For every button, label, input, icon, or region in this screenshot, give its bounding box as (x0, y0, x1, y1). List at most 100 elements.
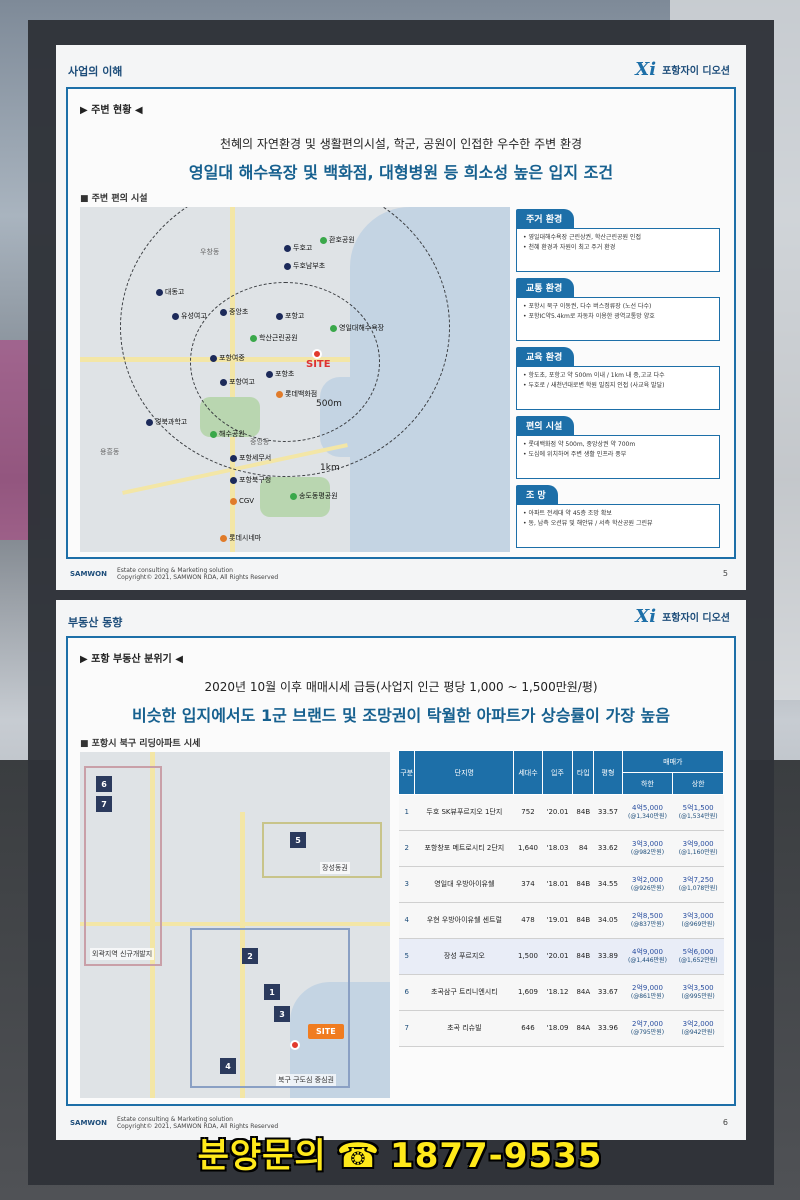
marker-2: 2 (242, 948, 258, 964)
info-item: 영일대해수욕장 근린상권, 학산근린공원 인접 (523, 233, 713, 243)
high-price: 5억1,500 (682, 804, 714, 813)
info-item: 포항시 북구 이동권, 다수 버스정류장 (노선 다수) (523, 302, 713, 312)
content-box: ▶ 포항 부동산 분위기 ◀ 2020년 10월 이후 매매시세 급등(사업지 … (66, 636, 736, 1106)
brand-logo: Xi (635, 606, 657, 627)
surroundings-map: 500m 1km SITE 대동고 유성여고 중앙초 포항여중 포항여고 포항고… (80, 207, 510, 552)
poi: 영일대해수욕장 (330, 323, 384, 333)
region-downtown (190, 928, 350, 1088)
high-price-per-pyeong: (@1,652만원) (678, 957, 718, 965)
park-icon (320, 236, 327, 244)
info-item: 천혜 환경과 자원이 최고 주거 환경 (523, 243, 713, 253)
low-price-per-pyeong: (@837만원) (630, 921, 665, 929)
phone-number[interactable]: 1877-9535 (390, 1136, 602, 1176)
low-price: 4억5,000 (632, 804, 663, 813)
info-item: 항도초, 포항고 약 500m 이내 / 1km 내 중,고교 다수 (523, 371, 713, 381)
cell-units: 1,500 (513, 938, 543, 975)
school-icon (266, 370, 273, 378)
low-price-per-pyeong: (@982만원) (630, 849, 665, 857)
park-icon (250, 334, 257, 342)
phone-icon: ☎ (336, 1136, 381, 1176)
poi: 포항초 (266, 369, 294, 379)
cell-name: 우현 우방아이유쉘 센트럴 (414, 902, 514, 939)
cell-type: 84B (572, 938, 594, 975)
slide-surroundings: 사업의 이해 Xi 포항자이 디오션 ▶ 주변 현황 ◀ 천혜의 자연환경 및 … (56, 45, 746, 590)
info-body: 항도초, 포항고 약 500m 이내 / 1km 내 중,고교 다수 두호로 /… (516, 366, 720, 410)
cell-no: 6 (398, 974, 415, 1011)
office-icon (230, 454, 237, 462)
col-name: 단지명 (414, 750, 515, 795)
low-price: 3억2,000 (632, 876, 663, 885)
map-district: 중앙동 (250, 438, 270, 446)
map-caption: ■ 주변 편의 시설 (80, 194, 148, 204)
region-label: 북구 구도심 중심권 (276, 1074, 336, 1086)
high-price-per-pyeong: (@1,160만원) (678, 849, 718, 857)
slide-footer: SAMWON Estate consulting & Marketing sol… (70, 567, 278, 581)
site-label: SITE (306, 359, 331, 370)
cell-move-in: '18.03 (542, 830, 573, 867)
cell-units: 374 (513, 866, 543, 903)
cell-units: 752 (513, 794, 543, 831)
cell-no: 7 (398, 1010, 415, 1047)
high-price: 5억6,000 (682, 948, 714, 957)
col-low: 하한 (621, 772, 674, 795)
page-number: 5 (722, 569, 728, 578)
cell-high: 5억6,000 (@1,652만원) (672, 938, 724, 975)
school-icon (220, 308, 227, 316)
cell-no: 2 (398, 830, 415, 867)
low-price-per-pyeong: (@926만원) (630, 885, 665, 893)
cell-units: 1,609 (513, 974, 543, 1011)
headline: 영일대 해수욕장 및 백화점, 대형병원 등 희소성 높은 입지 조건 (188, 163, 614, 182)
table-row: 7 초곡 리슈빌 646'18.09 84A 33.96 2억7,000 (@795만원) 3… (398, 1010, 724, 1047)
cell-type: 84B (572, 902, 594, 939)
poi: 롯데시네마 (220, 533, 261, 543)
brand: Xi 포항자이 디오션 (635, 59, 730, 80)
info-item: 포항IC약5.4km로 자동차 이용한 광역교통망 양호 (523, 312, 713, 322)
footer-logo: SAMWON (70, 570, 107, 578)
cell-type: 84B (572, 866, 594, 903)
school-icon (284, 262, 291, 270)
park-icon (290, 492, 297, 500)
poi: 포항여중 (210, 353, 245, 363)
info-body: 롯데백화점 약 500m, 중앙상권 약 700m 도심에 위치하여 주변 생활… (516, 435, 720, 479)
poi: 포항북구청 (230, 475, 271, 485)
beach-icon (330, 324, 337, 332)
cell-type: 84B (572, 794, 594, 831)
low-price-per-pyeong: (@861만원) (630, 993, 665, 1001)
low-price: 2억7,000 (632, 1020, 663, 1029)
section-title: 사업의 이해 (68, 65, 123, 78)
cell-move-in: '20.01 (542, 794, 573, 831)
poi: 유성여고 (172, 311, 207, 321)
cell-high: 3억9,000 (@1,160만원) (672, 830, 724, 867)
cell-area: 33.89 (593, 938, 623, 975)
col-move-in: 입주 (541, 750, 574, 795)
info-item: 아파트 전세대 약 45층 조망 확보 (523, 509, 713, 519)
shopping-icon (276, 390, 283, 398)
poi: 경북과학고 (146, 417, 187, 427)
marker-4: 4 (220, 1058, 236, 1074)
cell-move-in: '18.09 (542, 1010, 573, 1047)
content-box: ▶ 주변 현황 ◀ 천혜의 자연환경 및 생활편의시설, 학군, 공원이 인접한… (66, 87, 736, 559)
brand-name: 포항자이 디오션 (662, 613, 730, 624)
marker-6: 6 (96, 776, 112, 792)
low-price: 4억9,000 (632, 948, 663, 957)
cell-move-in: '19.01 (542, 902, 573, 939)
apartments-map: 외곽지역 신규개발지 장성동권 북구 구도심 중심권 6 7 5 2 1 3 4… (80, 752, 390, 1098)
school-icon (284, 244, 291, 252)
inquiry-banner[interactable]: 분양문의 ☎ 1877-9535 (0, 1128, 800, 1177)
school-icon (156, 288, 163, 296)
school-icon (210, 354, 217, 362)
high-price-per-pyeong: (@942만원) (681, 1029, 715, 1037)
cell-area: 33.67 (593, 974, 623, 1011)
school-icon (172, 312, 179, 320)
cell-high: 3억7,250 (@1,078만원) (672, 866, 724, 903)
cell-name: 포항창포 메트로시티 2단지 (414, 830, 514, 867)
cell-type: 84A (572, 1010, 594, 1047)
info-view: 조 망 아파트 전세대 약 45층 조망 확보 동, 남측 오션뷰 및 해안뷰 … (516, 483, 720, 548)
cell-no: 1 (398, 794, 415, 831)
poi: 포항세무서 (230, 453, 271, 463)
info-education: 교육 환경 항도초, 포항고 약 500m 이내 / 1km 내 중,고교 다수… (516, 345, 720, 410)
cell-low: 2억9,000 (@861만원) (622, 974, 673, 1011)
poi: 송도동평공원 (290, 491, 338, 501)
slide-market-trends: 부동산 동향 Xi 포항자이 디오션 ▶ 포항 부동산 분위기 ◀ 2020년 … (56, 600, 746, 1140)
map-district: 우창동 (200, 248, 220, 256)
